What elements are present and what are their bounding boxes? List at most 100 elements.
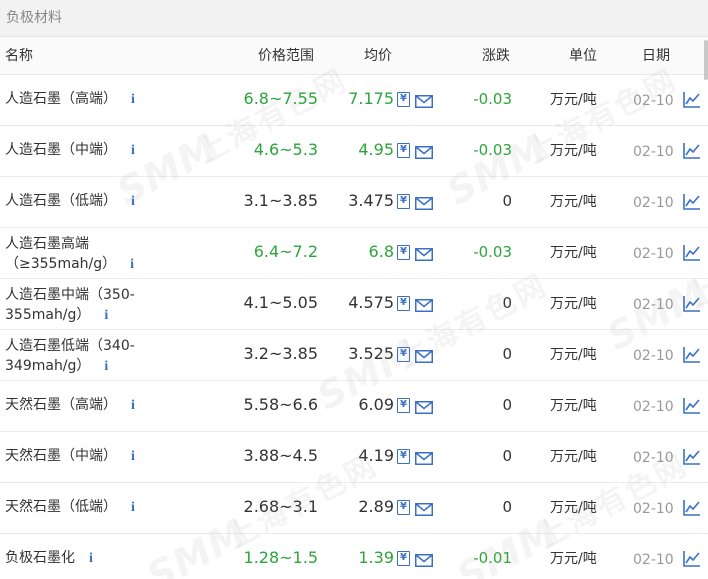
column-header-change: 涨跌	[482, 48, 510, 64]
yen-price-icon[interactable]: ¥	[397, 500, 410, 515]
product-name-line1: 天然石墨（中端）	[5, 448, 117, 464]
column-header-price-range: 价格范围	[258, 48, 314, 64]
product-name: 天然石墨（低端） i	[5, 498, 135, 517]
section-header: 负极材料	[0, 0, 708, 37]
product-name-line2: 349mah/g）	[5, 358, 91, 374]
table-header: 名称 价格范围 均价 涨跌 单位 日期	[0, 37, 708, 75]
yen-price-icon[interactable]: ¥	[397, 143, 410, 158]
price-change-value: 0	[502, 294, 512, 312]
product-name-line1: 人造石墨（中端）	[5, 142, 117, 158]
product-name: 人造石墨（低端） i	[5, 192, 135, 211]
date-value: 02-10	[633, 144, 674, 160]
price-change-value: -0.01	[473, 549, 512, 567]
date-value: 02-10	[633, 246, 674, 262]
price-change-value: -0.03	[473, 243, 512, 261]
mail-icon[interactable]	[415, 144, 433, 159]
yen-price-icon[interactable]: ¥	[397, 449, 410, 464]
product-name-line1: 人造石墨高端	[5, 236, 89, 252]
info-icon[interactable]: i	[131, 448, 135, 466]
info-icon[interactable]: i	[104, 306, 108, 326]
column-header-average: 均价	[364, 48, 392, 64]
trend-chart-icon[interactable]	[683, 295, 701, 312]
average-price-value: 6.09	[358, 395, 394, 414]
product-name: 人造石墨中端（350- 355mah/g） i	[5, 285, 155, 326]
info-icon[interactable]: i	[131, 499, 135, 517]
yen-price-icon[interactable]: ¥	[397, 551, 410, 566]
unit-value: 万元/吨	[550, 347, 597, 363]
mail-icon[interactable]	[415, 93, 433, 108]
price-range-value: 6.4~7.2	[253, 242, 318, 261]
trend-chart-icon[interactable]	[683, 397, 701, 414]
mail-icon[interactable]	[415, 195, 433, 210]
unit-value: 万元/吨	[550, 143, 597, 159]
info-icon[interactable]: i	[104, 357, 108, 377]
unit-value: 万元/吨	[550, 92, 597, 108]
product-name-line2: 355mah/g）	[5, 307, 91, 323]
table-row: 天然石墨（高端） i 5.58~6.6 6.09 ¥0 万元/吨 02-10	[0, 381, 708, 432]
mail-icon[interactable]	[415, 501, 433, 516]
mail-icon[interactable]	[415, 450, 433, 465]
yen-price-icon[interactable]: ¥	[397, 296, 410, 311]
column-header-unit: 单位	[569, 48, 597, 64]
price-range-value: 3.1~3.85	[243, 191, 318, 210]
yen-price-icon[interactable]: ¥	[397, 194, 410, 209]
table-row: 天然石墨（中端） i 3.88~4.5 4.19 ¥0 万元/吨 02-10	[0, 432, 708, 483]
price-range-value: 4.6~5.3	[253, 140, 318, 159]
price-range-value: 2.68~3.1	[243, 497, 318, 516]
info-icon[interactable]: i	[131, 91, 135, 109]
price-change-value: 0	[502, 447, 512, 465]
yen-price-icon[interactable]: ¥	[397, 347, 410, 362]
price-range-value: 5.58~6.6	[243, 395, 318, 414]
price-table-body: 人造石墨（高端） i 6.8~7.55 7.175 ¥ -0.03 万元/吨 02-10 人造石…	[0, 75, 708, 579]
average-price-value: 6.8	[368, 242, 394, 261]
date-value: 02-10	[633, 399, 674, 415]
trend-chart-icon[interactable]	[683, 91, 701, 108]
date-value: 02-10	[633, 93, 674, 109]
info-icon[interactable]: i	[130, 255, 134, 275]
trend-chart-icon[interactable]	[683, 193, 701, 210]
date-value: 02-10	[633, 195, 674, 211]
product-name: 天然石墨（高端） i	[5, 396, 135, 415]
mail-icon[interactable]	[415, 399, 433, 414]
yen-price-icon[interactable]: ¥	[397, 398, 410, 413]
price-change-value: 0	[502, 396, 512, 414]
product-name-line1: 天然石墨（高端）	[5, 397, 117, 413]
average-price-value: 3.525	[348, 344, 394, 363]
product-name-line1: 人造石墨（高端）	[5, 91, 117, 107]
info-icon[interactable]: i	[131, 193, 135, 211]
yen-price-icon[interactable]: ¥	[397, 245, 410, 260]
mail-icon[interactable]	[415, 552, 433, 567]
average-price-value: 4.95	[358, 140, 394, 159]
yen-price-icon[interactable]: ¥	[397, 92, 410, 107]
table-row: 人造石墨高端 （≥355mah/g） i 6.4~7.2 6.8 ¥ -0.03 万元/吨 02…	[0, 228, 708, 279]
average-price-value: 4.19	[358, 446, 394, 465]
table-row: 人造石墨（中端） i 4.6~5.3 4.95 ¥ -0.03 万元/吨 02-10	[0, 126, 708, 177]
table-row: 人造石墨低端（340- 349mah/g） i 3.2~3.85 3.525 ¥0 万元/吨…	[0, 330, 708, 381]
trend-chart-icon[interactable]	[683, 499, 701, 516]
info-icon[interactable]: i	[131, 397, 135, 415]
mail-icon[interactable]	[415, 348, 433, 363]
trend-chart-icon[interactable]	[683, 448, 701, 465]
product-name: 人造石墨（高端） i	[5, 90, 135, 109]
trend-chart-icon[interactable]	[683, 244, 701, 261]
price-range-value: 4.1~5.05	[243, 293, 318, 312]
average-price-value: 7.175	[348, 89, 394, 108]
info-icon[interactable]: i	[89, 550, 93, 568]
table-row: 天然石墨（低端） i 2.68~3.1 2.89 ¥0 万元/吨 02-10	[0, 483, 708, 534]
product-name: 人造石墨（中端） i	[5, 141, 135, 160]
price-change-value: 0	[502, 498, 512, 516]
mail-icon[interactable]	[415, 297, 433, 312]
average-price-value: 1.39	[358, 548, 394, 567]
trend-chart-icon[interactable]	[683, 550, 701, 567]
price-range-value: 6.8~7.55	[243, 89, 318, 108]
table-row: 人造石墨（低端） i 3.1~3.85 3.475 ¥0 万元/吨 02-10	[0, 177, 708, 228]
trend-chart-icon[interactable]	[683, 142, 701, 159]
mail-icon[interactable]	[415, 246, 433, 261]
scrollbar[interactable]	[704, 40, 708, 80]
info-icon[interactable]: i	[131, 142, 135, 160]
price-change-value: -0.03	[473, 141, 512, 159]
trend-chart-icon[interactable]	[683, 346, 701, 363]
column-header-date: 日期	[642, 48, 670, 64]
unit-value: 万元/吨	[550, 296, 597, 312]
product-name: 负极石墨化 i	[5, 549, 93, 568]
